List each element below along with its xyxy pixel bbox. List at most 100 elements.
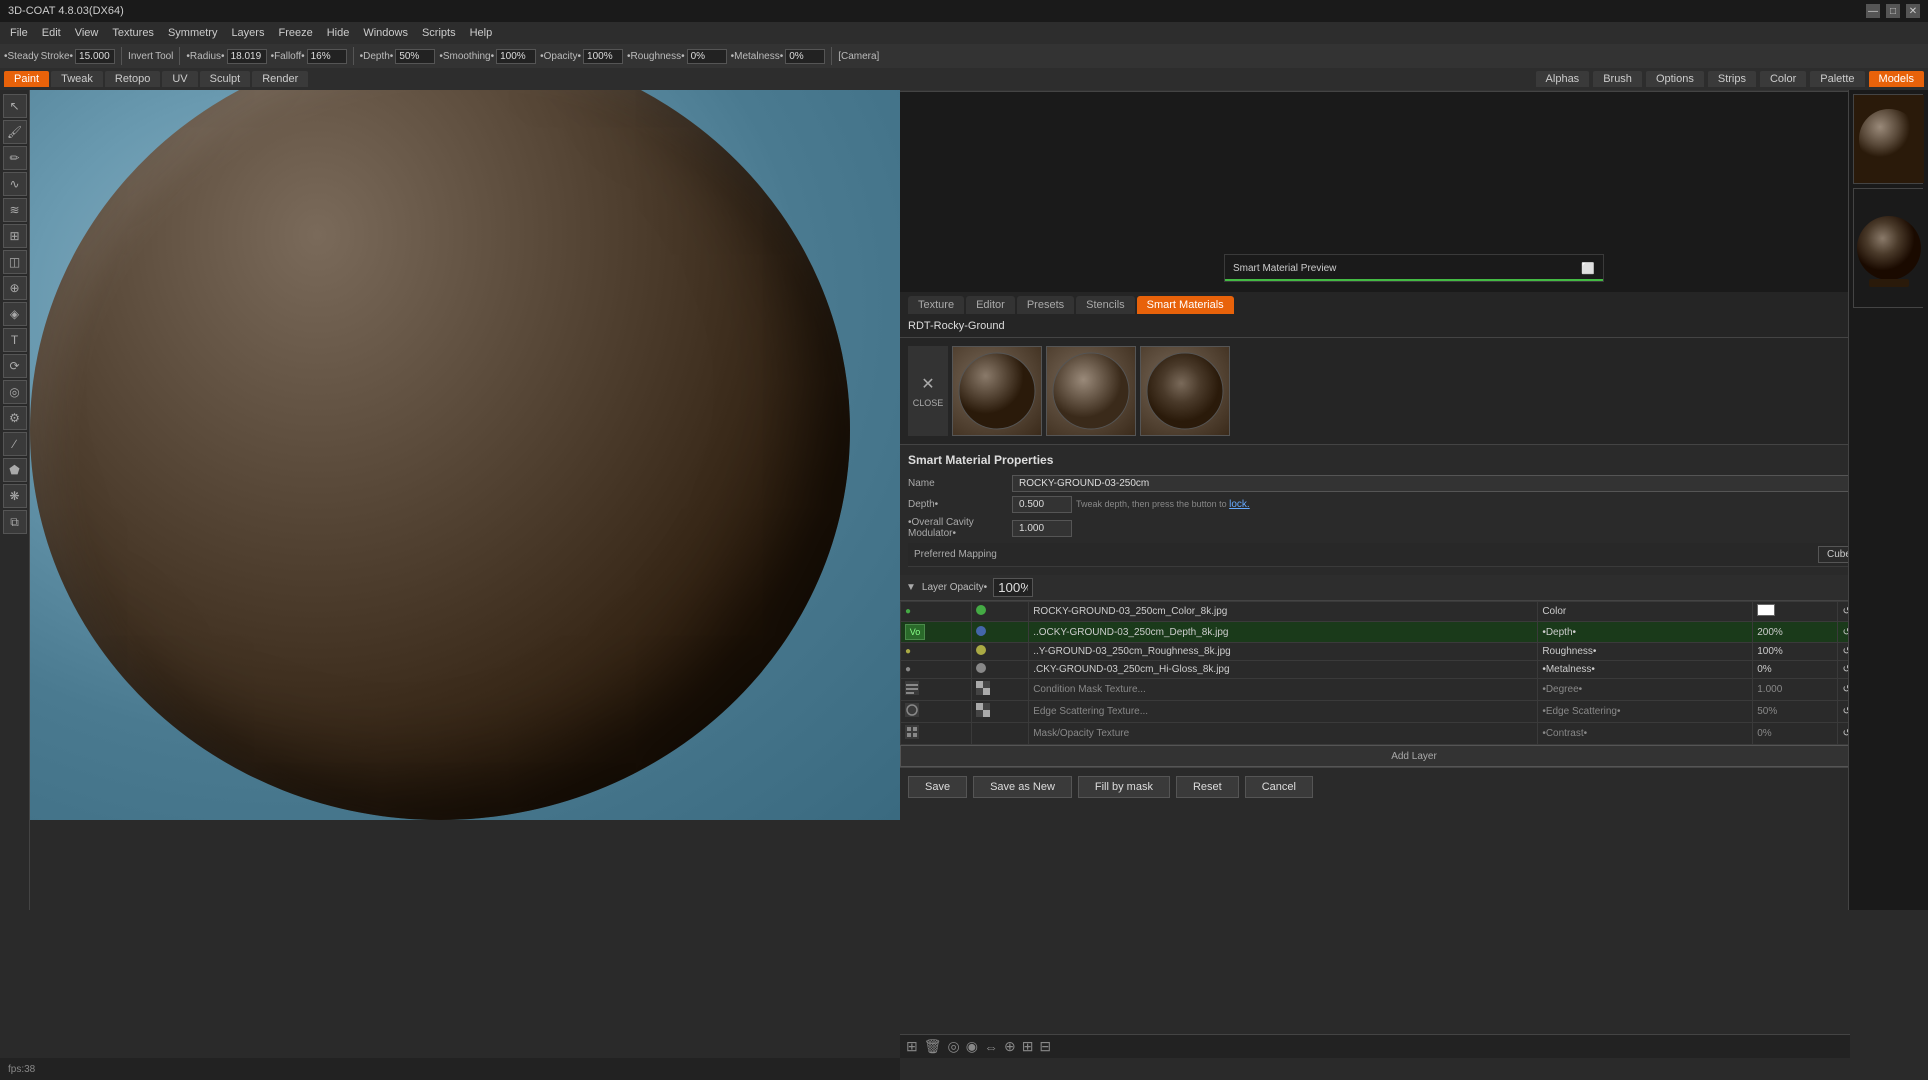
- layer-row-6[interactable]: Edge Scattering Texture... •Edge Scatter…: [901, 701, 1928, 723]
- tab-tweak[interactable]: Tweak: [51, 71, 103, 87]
- rsb-thumb-2[interactable]: [1853, 188, 1923, 308]
- tool-brush10[interactable]: ⟳: [3, 354, 27, 378]
- cavity-input[interactable]: [1012, 520, 1072, 537]
- tool-brush13[interactable]: ∕: [3, 432, 27, 456]
- menu-windows[interactable]: Windows: [357, 25, 414, 41]
- thumbnail-3[interactable]: [1140, 346, 1230, 436]
- tool-brush6[interactable]: ◫: [3, 250, 27, 274]
- tab-texture[interactable]: Texture: [908, 296, 964, 314]
- depth-value[interactable]: 50%: [395, 49, 435, 64]
- tool-brush3[interactable]: ∿: [3, 172, 27, 196]
- menu-freeze[interactable]: Freeze: [272, 25, 318, 41]
- metalness-value[interactable]: 0%: [785, 49, 825, 64]
- layer-row-2[interactable]: Vo ..OCKY-GROUND-03_250cm_Depth_8k.jpg •…: [901, 622, 1928, 643]
- tool-brush5[interactable]: ⊞: [3, 224, 27, 248]
- layer-row-4[interactable]: ● .CKY-GROUND-03_250cm_Hi-Gloss_8k.jpg •…: [901, 661, 1928, 679]
- rdt-name: RDT-Rocky-Ground: [908, 320, 1005, 332]
- close-large-button[interactable]: ✕ CLOSE: [908, 346, 948, 436]
- tool-brush4[interactable]: ≋: [3, 198, 27, 222]
- menu-layers[interactable]: Layers: [225, 25, 270, 41]
- bt-icon4[interactable]: ◉: [966, 1038, 978, 1055]
- lr1-eye[interactable]: ●: [901, 602, 972, 622]
- depth-lock-link[interactable]: lock.: [1229, 499, 1250, 510]
- layer-row-1[interactable]: ● ROCKY-GROUND-03_250cm_Color_8k.jpg Col…: [901, 602, 1928, 622]
- tab-render[interactable]: Render: [252, 71, 308, 87]
- name-input[interactable]: [1012, 475, 1920, 492]
- tool-brush7[interactable]: ⊕: [3, 276, 27, 300]
- rsb-thumb-1[interactable]: [1853, 94, 1923, 184]
- tab-paint[interactable]: Paint: [4, 71, 49, 87]
- radius-value[interactable]: 18.019: [227, 49, 267, 64]
- fill-by-mask-button[interactable]: Fill by mask: [1078, 776, 1170, 798]
- tool-brush8[interactable]: ◈: [3, 302, 27, 326]
- roughness-value[interactable]: 0%: [687, 49, 727, 64]
- lr4-eye[interactable]: ●: [901, 661, 972, 679]
- tab-options[interactable]: Options: [1646, 71, 1704, 87]
- layer-row-3[interactable]: ● ..Y-GROUND-03_250cm_Roughness_8k.jpg R…: [901, 643, 1928, 661]
- tool-fill[interactable]: ❋: [3, 484, 27, 508]
- add-layer-button[interactable]: Add Layer: [900, 745, 1928, 767]
- menu-help[interactable]: Help: [464, 25, 499, 41]
- tool-clone[interactable]: ⧉: [3, 510, 27, 534]
- thumbnail-1[interactable]: [952, 346, 1042, 436]
- bt-icon3[interactable]: ◎: [948, 1038, 960, 1055]
- close-button[interactable]: ✕: [1906, 4, 1920, 18]
- lh-expand[interactable]: ▼: [906, 582, 916, 593]
- minimize-button[interactable]: —: [1866, 4, 1880, 18]
- tool-brush9[interactable]: T: [3, 328, 27, 352]
- smoothing-value[interactable]: 100%: [496, 49, 536, 64]
- layer-row-5[interactable]: Condition Mask Texture... •Degree• 1.000…: [901, 679, 1928, 701]
- bt-icon5[interactable]: ⇔: [984, 1039, 998, 1055]
- falloff-value[interactable]: 16%: [307, 49, 347, 64]
- menu-scripts[interactable]: Scripts: [416, 25, 462, 41]
- menu-file[interactable]: File: [4, 25, 34, 41]
- menu-view[interactable]: View: [69, 25, 105, 41]
- tool-brush1[interactable]: 🖌: [3, 120, 27, 144]
- tab-retopo[interactable]: Retopo: [105, 71, 160, 87]
- bt-icon8[interactable]: ⊟: [1039, 1038, 1051, 1055]
- menu-edit[interactable]: Edit: [36, 25, 67, 41]
- menu-textures[interactable]: Textures: [106, 25, 160, 41]
- save-button[interactable]: Save: [908, 776, 967, 798]
- tab-uv[interactable]: UV: [162, 71, 197, 87]
- bt-icon6[interactable]: ⊕: [1004, 1038, 1016, 1055]
- layer-row-7[interactable]: Mask/Opacity Texture •Contrast• 0% ↺ ▼: [901, 723, 1928, 745]
- bt-icon2[interactable]: 🗑: [924, 1038, 942, 1055]
- tab-sculpt[interactable]: Sculpt: [200, 71, 251, 87]
- tab-strips[interactable]: Strips: [1708, 71, 1756, 87]
- tab-smart-materials[interactable]: Smart Materials: [1137, 296, 1234, 314]
- smart-preview-expand[interactable]: ⬜: [1581, 262, 1595, 275]
- tool-brush12[interactable]: ⚙: [3, 406, 27, 430]
- layer-opacity-input[interactable]: [993, 578, 1033, 597]
- cancel-button[interactable]: Cancel: [1245, 776, 1313, 798]
- opacity-value[interactable]: 100%: [583, 49, 623, 64]
- lr7-eye[interactable]: [901, 723, 972, 745]
- tab-editor[interactable]: Editor: [966, 296, 1015, 314]
- tab-palette[interactable]: Palette: [1810, 71, 1864, 87]
- tab-stencils[interactable]: Stencils: [1076, 296, 1135, 314]
- maximize-button[interactable]: □: [1886, 4, 1900, 18]
- tab-models[interactable]: Models: [1869, 71, 1924, 87]
- tab-alphas[interactable]: Alphas: [1536, 71, 1590, 87]
- tool-cursor[interactable]: ↖: [3, 94, 27, 118]
- bt-icon7[interactable]: ⊞: [1022, 1038, 1034, 1055]
- color-swatch-1[interactable]: [1757, 604, 1775, 616]
- lr5-eye[interactable]: [901, 679, 972, 701]
- tab-color[interactable]: Color: [1760, 71, 1806, 87]
- bt-icon1[interactable]: ⊞: [906, 1038, 918, 1055]
- menu-hide[interactable]: Hide: [321, 25, 356, 41]
- tool-brush11[interactable]: ◎: [3, 380, 27, 404]
- thumbnail-2[interactable]: [1046, 346, 1136, 436]
- lr3-eye[interactable]: ●: [901, 643, 972, 661]
- reset-button[interactable]: Reset: [1176, 776, 1239, 798]
- tab-presets[interactable]: Presets: [1017, 296, 1074, 314]
- tool-brush2[interactable]: ✏: [3, 146, 27, 170]
- depth-input[interactable]: [1012, 496, 1072, 513]
- save-as-new-button[interactable]: Save as New: [973, 776, 1072, 798]
- tool-brush14[interactable]: ⬟: [3, 458, 27, 482]
- main-viewport[interactable]: [30, 90, 900, 820]
- menu-symmetry[interactable]: Symmetry: [162, 25, 224, 41]
- tab-brush[interactable]: Brush: [1593, 71, 1642, 87]
- lr6-eye[interactable]: [901, 701, 972, 723]
- stroke-value[interactable]: 15.000: [75, 49, 115, 64]
